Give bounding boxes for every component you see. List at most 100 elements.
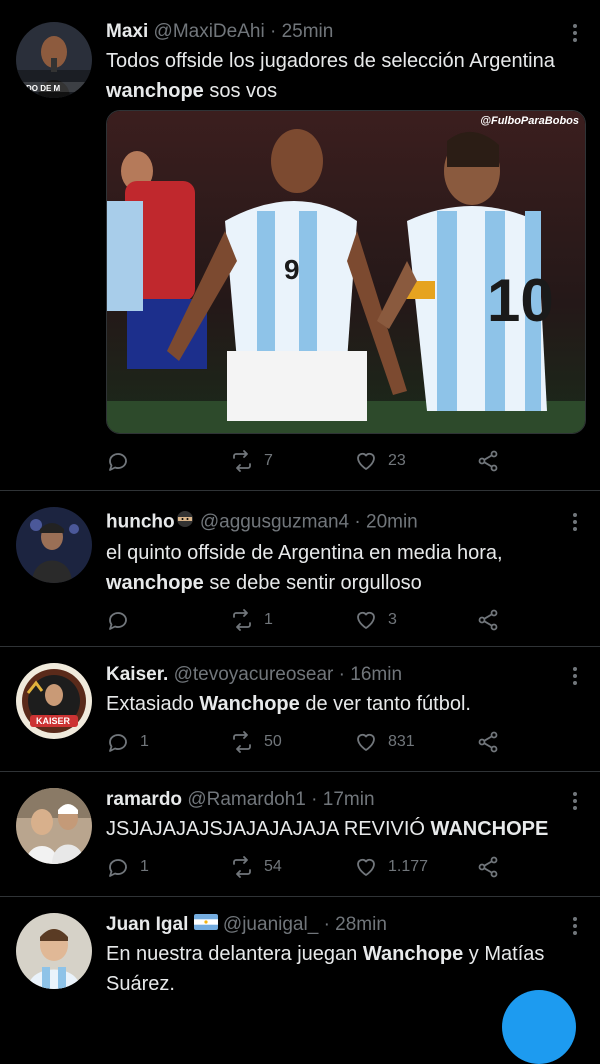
handle[interactable]: @MaxiDeAhi: [154, 21, 265, 42]
tweet-text: el quinto offside de Argentina en media …: [106, 542, 503, 594]
more-icon[interactable]: [572, 511, 578, 533]
retweet-button[interactable]: 54: [230, 852, 282, 882]
display-name[interactable]: ramardo: [106, 789, 182, 810]
timestamp[interactable]: · 25min: [270, 21, 333, 42]
like-count: 3: [388, 611, 397, 628]
timestamp[interactable]: · 20min: [354, 512, 417, 533]
reply-count: 1: [140, 858, 149, 875]
share-icon: [478, 856, 498, 878]
reply-icon: [109, 453, 127, 471]
tweet-header: ramardo @Ramardoh1 · 17min: [106, 788, 584, 812]
like-count: 1.177: [388, 858, 429, 875]
reply-button[interactable]: [106, 446, 140, 476]
tweet-1[interactable]: DO DE M Maxi @MaxiDeAhi · 25min Todos of…: [0, 0, 600, 491]
timestamp[interactable]: · 16min: [339, 664, 402, 685]
handle[interactable]: @Ramardoh1: [187, 789, 306, 810]
share-icon: [478, 731, 498, 753]
handle[interactable]: @aggusguzman4: [200, 512, 349, 533]
retweet-button[interactable]: 7: [230, 446, 273, 476]
display-name[interactable]: Maxi: [106, 21, 148, 42]
avatar-caption: KAISER: [36, 716, 71, 726]
like-button[interactable]: 831: [354, 727, 415, 757]
retweet-icon: [233, 731, 251, 753]
tweet-actions: 1 54 1.177: [106, 852, 526, 882]
retweet-button[interactable]: 1: [230, 605, 273, 635]
avatar[interactable]: DO DE M: [16, 22, 92, 98]
tweet-image[interactable]: 9 10 @FulboParaBobos: [106, 110, 586, 434]
avatar[interactable]: KAISER: [16, 663, 92, 739]
like-count: 831: [388, 733, 415, 750]
more-icon[interactable]: [572, 22, 578, 44]
display-name[interactable]: Kaiser.: [106, 664, 168, 685]
tweet-header: huncho @aggusguzman4 · 20min: [106, 509, 584, 536]
tweet-3[interactable]: KAISER Kaiser. @tevoyacureosear · 16min …: [0, 647, 600, 772]
tweet-5[interactable]: Juan Igal @juanigal_ · 28min En nuestra …: [0, 897, 600, 1011]
highlighted-word: wanchope: [106, 80, 204, 102]
retweet-button[interactable]: 50: [230, 727, 282, 757]
handle[interactable]: @juanigal_: [223, 914, 318, 935]
tweet-text: JSJAJAJAJSJAJAJAJAJA REVIVIÓ WANCHOPE: [106, 818, 549, 840]
timestamp[interactable]: · 28min: [324, 914, 387, 935]
display-name[interactable]: Juan Igal: [106, 914, 188, 935]
retweet-icon: [233, 609, 251, 631]
avatar[interactable]: [16, 788, 92, 864]
share-button[interactable]: [476, 727, 500, 757]
reply-button[interactable]: [106, 605, 140, 635]
share-button[interactable]: [476, 852, 500, 882]
like-icon: [357, 611, 375, 629]
tweet-4[interactable]: ramardo @Ramardoh1 · 17min JSJAJAJAJSJAJ…: [0, 772, 600, 897]
tweet-actions: 7 23: [106, 446, 526, 476]
tweet-text: En nuestra delantera juegan Wanchope y M…: [106, 943, 545, 996]
retweet-count: 50: [264, 733, 282, 750]
avatar[interactable]: [16, 507, 92, 583]
like-button[interactable]: 23: [354, 446, 406, 476]
tweet-actions: 1 3: [106, 605, 526, 635]
reply-icon: [109, 859, 127, 877]
share-button[interactable]: [476, 605, 500, 635]
display-name[interactable]: huncho: [106, 512, 175, 533]
highlighted-word: Wanchope: [362, 943, 464, 966]
flag-argentina-icon: [193, 913, 218, 937]
tweet-2[interactable]: huncho @aggusguzman4 · 20min el quinto o…: [0, 491, 600, 647]
more-icon[interactable]: [572, 915, 578, 937]
tweet-header: Maxi @MaxiDeAhi · 25min: [106, 20, 584, 44]
reply-count: 1: [140, 733, 149, 750]
highlighted-word: Wanchope: [199, 693, 300, 715]
retweet-icon: [233, 450, 251, 472]
avatar-caption: DO DE M: [26, 84, 61, 93]
reply-icon: [109, 612, 127, 630]
like-icon: [357, 452, 375, 470]
tweet-text: Extasiado Wanchope de ver tanto fútbol.: [106, 693, 471, 715]
more-icon[interactable]: [572, 665, 578, 687]
like-button[interactable]: 3: [354, 605, 397, 635]
like-icon: [357, 858, 375, 876]
retweet-count: 54: [264, 858, 282, 875]
compose-tweet-button[interactable]: [502, 990, 576, 1064]
avatar[interactable]: [16, 913, 92, 989]
tweet-header: Kaiser. @tevoyacureosear · 16min: [106, 663, 584, 687]
ninja-emoji-icon: [175, 509, 195, 536]
reply-button[interactable]: 1: [106, 727, 149, 757]
like-icon: [357, 733, 375, 751]
svg-text:10: 10: [487, 267, 554, 334]
handle[interactable]: @tevoyacureosear: [174, 664, 334, 685]
more-icon[interactable]: [572, 790, 578, 812]
share-icon: [478, 450, 498, 472]
highlighted-word: WANCHOPE: [430, 818, 549, 840]
svg-text:9: 9: [284, 254, 300, 285]
share-icon: [478, 609, 498, 631]
like-count: 23: [388, 452, 406, 469]
highlighted-word: wanchope: [106, 572, 204, 594]
tweet-text: Todos offside los jugadores de selección…: [106, 50, 555, 102]
tweet-actions: 1 50 831: [106, 727, 526, 757]
retweet-count: 1: [264, 611, 273, 628]
image-watermark: @FulboParaBobos: [480, 115, 579, 127]
retweet-icon: [233, 856, 251, 878]
like-button[interactable]: 1.177: [354, 852, 428, 882]
tweet-header: Juan Igal @juanigal_ · 28min: [106, 913, 584, 937]
timestamp[interactable]: · 17min: [311, 789, 374, 810]
share-button[interactable]: [476, 446, 500, 476]
reply-button[interactable]: 1: [106, 852, 149, 882]
reply-icon: [109, 734, 127, 752]
retweet-count: 7: [264, 452, 273, 469]
